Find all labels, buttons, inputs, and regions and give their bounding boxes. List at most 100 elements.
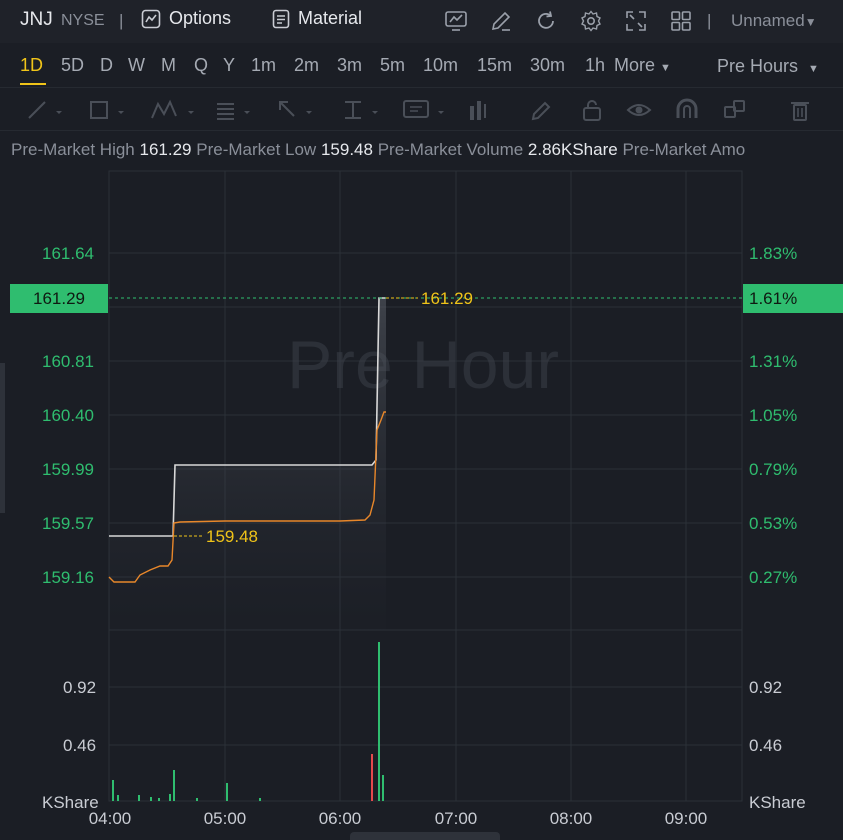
magnet-icon[interactable] xyxy=(674,98,700,122)
time-tick: 09:00 xyxy=(665,809,708,828)
trend-line-icon[interactable] xyxy=(26,98,66,122)
period-bar: 1D 5D D W M Q Y 1m 2m 3m 5m 10m 15m 30m … xyxy=(0,43,843,87)
eye-icon[interactable] xyxy=(626,98,652,122)
time-tick: 08:00 xyxy=(550,809,593,828)
refresh-icon[interactable] xyxy=(534,9,558,33)
watermark: Pre Hour xyxy=(287,327,559,403)
time-tick: 06:00 xyxy=(319,809,362,828)
price-tick: 160.81 xyxy=(42,352,94,371)
document-icon xyxy=(272,9,290,28)
divider: | xyxy=(119,11,124,30)
percent-tick: 1.83% xyxy=(749,244,797,263)
volume-bar xyxy=(117,795,119,801)
symbol[interactable]: JNJ xyxy=(20,9,53,31)
layout-name: Unnamed xyxy=(731,11,805,30)
high-label: Pre-Market High xyxy=(11,140,135,159)
pencil-icon[interactable] xyxy=(530,98,554,122)
time-axis: 04:00 05:00 06:00 07:00 08:00 09:00 xyxy=(89,809,708,828)
period-q[interactable]: Q xyxy=(194,55,208,76)
layout-name-dropdown[interactable]: Unnamed▼ xyxy=(731,11,817,31)
session-dropdown[interactable]: Pre Hours ▼ xyxy=(717,56,819,77)
period-1d[interactable]: 1D xyxy=(20,55,43,76)
text-note-icon[interactable] xyxy=(402,98,450,122)
period-1m[interactable]: 1m xyxy=(251,55,276,76)
percent-tick: 0.27% xyxy=(749,568,797,587)
layout-grid-icon[interactable] xyxy=(669,9,693,33)
volume-bar xyxy=(158,798,160,801)
price-tick: 159.99 xyxy=(42,460,94,479)
volume-tick: 0.46 xyxy=(63,736,96,755)
left-panel-handle[interactable] xyxy=(0,363,5,513)
fibonacci-icon[interactable] xyxy=(214,98,254,122)
active-period-indicator xyxy=(20,83,46,85)
caret-down-icon: ▼ xyxy=(808,63,819,75)
period-10m[interactable]: 10m xyxy=(423,55,458,76)
volume-tick: 0.92 xyxy=(63,678,96,697)
caret-down-icon: ▼ xyxy=(804,15,817,29)
volume-bar xyxy=(173,770,175,801)
options-label: Options xyxy=(169,8,232,28)
period-15m[interactable]: 15m xyxy=(477,55,512,76)
session-label: Pre Hours xyxy=(717,56,799,76)
low-label: Pre-Market Low xyxy=(196,140,317,159)
drawing-toolbar xyxy=(0,87,843,131)
more-label: More xyxy=(614,55,656,75)
material-label: Material xyxy=(298,8,363,28)
more-dropdown[interactable]: More ▼ xyxy=(614,55,671,76)
period-3m[interactable]: 3m xyxy=(337,55,362,76)
pattern-icon[interactable] xyxy=(150,98,198,122)
period-2m[interactable]: 2m xyxy=(294,55,319,76)
period-1h[interactable]: 1h xyxy=(585,55,605,76)
bar-measure-icon[interactable] xyxy=(466,98,494,122)
period-d[interactable]: D xyxy=(100,55,113,76)
volume-bar xyxy=(371,754,373,801)
rectangle-icon[interactable] xyxy=(88,98,128,122)
period-30m[interactable]: 30m xyxy=(530,55,565,76)
volume-bar xyxy=(226,783,228,801)
amount-label: Pre-Market Amo xyxy=(622,140,746,159)
lock-icon[interactable] xyxy=(580,98,604,122)
top-bar: JNJ NYSE | Options Material | Unnamed▼ xyxy=(0,0,843,43)
material-button[interactable]: Material xyxy=(272,8,362,29)
fullscreen-icon[interactable] xyxy=(624,9,648,33)
time-tick: 07:00 xyxy=(435,809,478,828)
layers-icon[interactable] xyxy=(722,98,748,122)
period-5d[interactable]: 5D xyxy=(61,55,84,76)
low-annotation: 159.48 xyxy=(206,527,258,546)
volume-bar xyxy=(378,642,380,801)
bottom-panel-handle[interactable] xyxy=(350,832,500,840)
arrow-icon[interactable] xyxy=(276,98,316,122)
trash-icon[interactable] xyxy=(788,98,812,122)
caret-down-icon: ▼ xyxy=(660,62,671,74)
volume-bar xyxy=(382,775,384,801)
price-tick: 160.40 xyxy=(42,406,94,425)
volume-bar xyxy=(138,795,140,801)
low-value: 159.48 xyxy=(320,140,373,159)
draw-icon[interactable] xyxy=(489,9,513,33)
period-y[interactable]: Y xyxy=(223,55,235,76)
period-w[interactable]: W xyxy=(128,55,145,76)
volume-bar xyxy=(196,798,198,801)
indicator-icon[interactable] xyxy=(444,9,468,33)
price-tick: 161.64 xyxy=(42,244,94,263)
divider: | xyxy=(707,11,712,30)
volume-label: Pre-Market Volume xyxy=(377,140,524,159)
options-button[interactable]: Options xyxy=(141,8,231,29)
volume-bar xyxy=(150,797,152,801)
current-price-badge: 161.29 xyxy=(10,284,108,313)
price-range-icon[interactable] xyxy=(340,98,380,122)
volume-bars xyxy=(112,642,384,801)
volume-unit: KShare xyxy=(749,793,806,812)
pre-market-stats: Pre-Market High 161.29 Pre-Market Low 15… xyxy=(11,140,745,160)
percent-tick: 1.05% xyxy=(749,406,797,425)
period-5m[interactable]: 5m xyxy=(380,55,405,76)
high-value: 161.29 xyxy=(139,140,192,159)
price-chart[interactable]: Pre Hour 161.29 159.48 161.64 160.81 160… xyxy=(0,165,843,840)
time-tick: 04:00 xyxy=(89,809,132,828)
current-percent-badge: 1.61% xyxy=(743,284,843,313)
volume-bar xyxy=(259,798,261,801)
settings-icon[interactable] xyxy=(579,9,603,33)
exchange: NYSE xyxy=(61,12,105,29)
volume-tick: 0.46 xyxy=(749,736,782,755)
period-m[interactable]: M xyxy=(161,55,176,76)
